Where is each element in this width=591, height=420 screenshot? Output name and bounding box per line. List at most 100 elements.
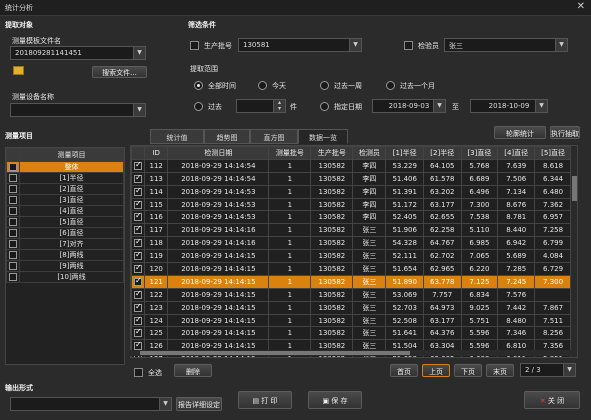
batch-select[interactable]: 130581 ▼: [238, 38, 362, 52]
grid-header[interactable]: ID: [143, 146, 169, 160]
item-checkbox-cell[interactable]: [6, 271, 20, 283]
item-checkbox-cell[interactable]: [6, 260, 20, 272]
item-checkbox[interactable]: [9, 185, 17, 193]
item-checkbox[interactable]: [9, 196, 17, 204]
row-checkbox[interactable]: [134, 186, 142, 196]
row-checkbox-cell[interactable]: [131, 262, 145, 276]
inspector-select[interactable]: 张三 ▼: [444, 38, 568, 52]
tab-3[interactable]: 数据一览: [298, 129, 348, 144]
items-list-row[interactable]: [7]对齐: [6, 238, 124, 250]
table-row[interactable]: 1152018-09-29 14:14:531130582李四51.17263.…: [131, 197, 572, 212]
table-row[interactable]: 1122018-09-29 14:14:541130582李四53.22964.…: [131, 158, 572, 173]
item-checkbox-cell[interactable]: [6, 161, 20, 173]
radio-last-month[interactable]: [386, 81, 395, 90]
tab-0[interactable]: 统计值: [150, 129, 204, 144]
item-checkbox-cell[interactable]: [6, 249, 20, 261]
horizontal-scrollbar[interactable]: [130, 350, 571, 356]
item-checkbox[interactable]: [9, 163, 17, 171]
row-checkbox[interactable]: [134, 315, 142, 325]
row-checkbox[interactable]: [134, 302, 142, 312]
row-checkbox[interactable]: [134, 237, 142, 248]
row-checkbox-cell[interactable]: [131, 223, 145, 238]
items-list-row[interactable]: [3]直径: [6, 194, 124, 206]
grid-header[interactable]: [2]半径: [422, 146, 462, 160]
scroll-thumb[interactable]: [572, 176, 577, 201]
item-checkbox[interactable]: [9, 218, 17, 226]
items-list-row[interactable]: [5]直径: [6, 216, 124, 228]
grid-header[interactable]: 生产批号: [310, 146, 354, 160]
radio-spec-date[interactable]: [320, 102, 329, 111]
grid-header[interactable]: 检测员: [352, 146, 387, 160]
last-page-button[interactable]: 末页: [486, 364, 514, 377]
grid-header[interactable]: [5]直径: [534, 146, 572, 160]
execute-extract-button[interactable]: 执行抽取: [550, 126, 580, 139]
radio-last-week[interactable]: [320, 81, 329, 90]
item-checkbox-cell[interactable]: [6, 183, 20, 195]
table-row[interactable]: 1252018-09-29 14:14:151130582张三51.64164.…: [131, 326, 572, 341]
items-list-row[interactable]: [1]半径: [6, 172, 124, 184]
date-from-picker[interactable]: 2018-09-03 ▼: [372, 99, 446, 113]
output-format-select[interactable]: ▼: [10, 397, 172, 411]
row-checkbox-cell[interactable]: [131, 158, 145, 173]
row-checkbox[interactable]: [134, 211, 142, 222]
select-all-checkbox[interactable]: [134, 368, 143, 377]
inspector-checkbox[interactable]: [404, 41, 413, 50]
print-button[interactable]: ▤ 打 印: [238, 391, 292, 409]
row-checkbox-cell[interactable]: [131, 300, 145, 315]
item-checkbox-cell[interactable]: [6, 205, 20, 217]
row-checkbox[interactable]: [134, 327, 142, 338]
items-list-row[interactable]: [8]两线: [6, 249, 124, 261]
table-row[interactable]: 1182018-09-29 14:14:161130582张三54.32864.…: [131, 236, 572, 251]
row-checkbox-cell[interactable]: [131, 210, 145, 225]
items-list-row[interactable]: [2]直径: [6, 183, 124, 195]
table-row[interactable]: 1132018-09-29 14:14:541130582李四51.40661.…: [131, 171, 572, 186]
table-row[interactable]: 1172018-09-29 14:14:161130582张三51.90662.…: [131, 223, 572, 238]
item-checkbox[interactable]: [9, 207, 17, 215]
prev-page-button[interactable]: 上页: [422, 364, 450, 377]
items-list-row[interactable]: [6]直径: [6, 227, 124, 239]
row-checkbox-cell[interactable]: [131, 197, 145, 212]
row-checkbox-cell[interactable]: [131, 274, 145, 289]
item-checkbox[interactable]: [9, 262, 17, 270]
table-row[interactable]: 1212018-09-29 14:14:151130582张三51.89063.…: [131, 274, 572, 289]
table-row[interactable]: 1192018-09-29 14:14:151130582张三52.11162.…: [131, 249, 572, 264]
close-button[interactable]: ✕ 关 闭: [524, 391, 580, 409]
item-checkbox[interactable]: [9, 273, 17, 281]
item-checkbox-cell[interactable]: [6, 194, 20, 206]
grid-header[interactable]: [4]直径: [497, 146, 536, 160]
profile-stats-button[interactable]: 轮廓统计: [494, 126, 546, 139]
row-checkbox-cell[interactable]: [131, 171, 145, 186]
table-row[interactable]: 1222018-09-29 14:14:151130582张三53.0697.7…: [131, 287, 572, 302]
row-checkbox[interactable]: [134, 199, 142, 209]
row-checkbox[interactable]: [134, 224, 142, 235]
item-checkbox[interactable]: [9, 174, 17, 182]
h-scroll-thumb[interactable]: [140, 351, 410, 355]
table-row[interactable]: 1142018-09-29 14:14:531130582李四51.39163.…: [131, 184, 572, 199]
tab-1[interactable]: 趋势图: [204, 129, 250, 144]
row-checkbox[interactable]: [134, 173, 142, 183]
past-count-input[interactable]: ▴ ▾: [236, 99, 286, 113]
page-select[interactable]: 2 / 3 ▼: [520, 363, 576, 377]
row-checkbox-cell[interactable]: [131, 313, 145, 328]
row-checkbox[interactable]: [134, 276, 142, 286]
item-checkbox[interactable]: [9, 251, 17, 259]
item-checkbox[interactable]: [9, 240, 17, 248]
radio-past[interactable]: [194, 102, 203, 111]
radio-today[interactable]: [258, 81, 267, 90]
grid-header[interactable]: 检测日期: [167, 146, 270, 160]
item-checkbox[interactable]: [9, 229, 17, 237]
grid-header[interactable]: [1]半径: [385, 146, 424, 160]
spinner-icon[interactable]: ▴ ▾: [273, 100, 285, 112]
tab-2[interactable]: 直方图: [250, 129, 298, 144]
item-checkbox-cell[interactable]: [6, 216, 20, 228]
table-row[interactable]: 1242018-09-29 14:14:151130582张三52.50863.…: [131, 313, 572, 328]
radio-all-time[interactable]: [194, 81, 203, 90]
row-checkbox-cell[interactable]: [131, 236, 145, 251]
report-detail-button[interactable]: 报告详细设定: [176, 397, 222, 411]
row-checkbox-cell[interactable]: [131, 326, 145, 341]
row-checkbox-cell[interactable]: [131, 287, 145, 302]
close-icon[interactable]: ✕: [577, 1, 585, 12]
first-page-button[interactable]: 首页: [390, 364, 418, 377]
row-checkbox-cell[interactable]: [131, 184, 145, 199]
item-checkbox-cell[interactable]: [6, 172, 20, 184]
